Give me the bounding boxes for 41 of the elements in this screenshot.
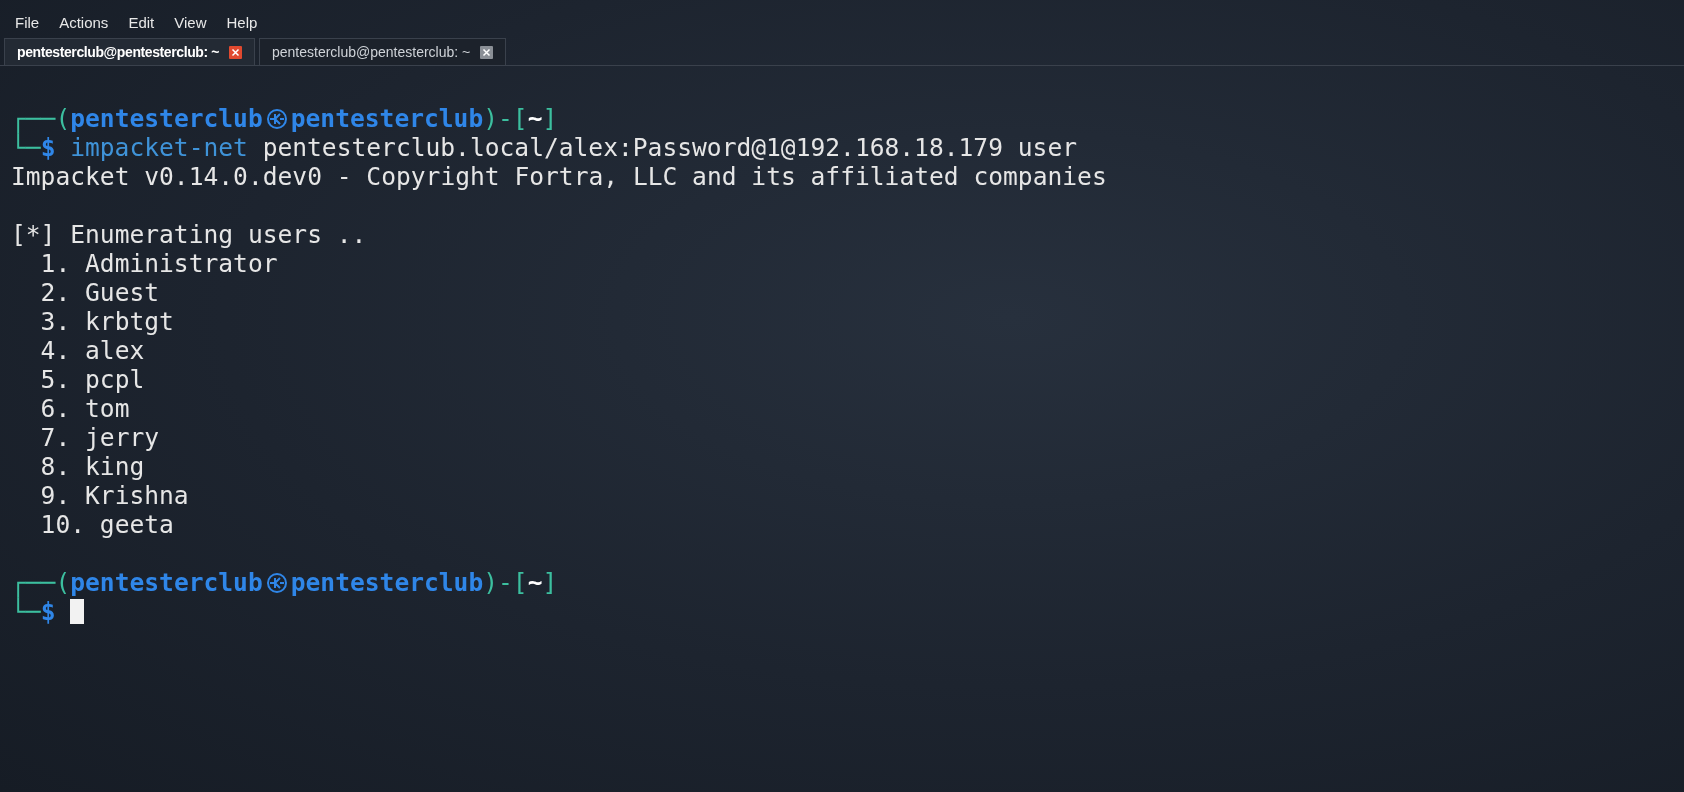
close-icon[interactable]: [480, 45, 494, 59]
terminal-tab[interactable]: pentesterclub@pentesterclub: ~: [259, 38, 507, 65]
circled-mark-icon: [265, 571, 288, 594]
prompt-frame: ┌──(: [11, 568, 71, 597]
output-line: 2. Guest: [39, 278, 160, 307]
terminal-tab[interactable]: pentesterclub@pentesterclub: ~: [4, 38, 255, 65]
prompt-directory: ~: [527, 104, 543, 133]
output-line: 8. king: [39, 452, 145, 481]
prompt-frame: ┌──(: [11, 104, 71, 133]
prompt-frame: └─: [11, 133, 41, 162]
prompt-sign: $: [40, 597, 56, 626]
prompt-frame: ]: [542, 104, 558, 133]
output-line: 7. jerry: [39, 423, 160, 452]
prompt-frame: ]: [542, 568, 558, 597]
output-line: 4. alex: [39, 336, 145, 365]
output-line: [*] Enumerating users ..: [11, 220, 367, 249]
menu-item[interactable]: Edit: [128, 14, 155, 31]
menu-item[interactable]: View: [174, 14, 207, 31]
close-icon[interactable]: [229, 45, 242, 59]
circled-mark-icon: [265, 107, 288, 130]
prompt-sign: $: [40, 133, 56, 162]
output-line: 10. geeta: [39, 510, 174, 539]
prompt-host: pentesterclub: [290, 104, 484, 133]
output-line: 6. tom: [39, 394, 130, 423]
output-line: 3. krbtgt: [39, 307, 174, 336]
prompt-user: pentesterclub: [70, 568, 263, 597]
prompt-user: pentesterclub: [70, 104, 263, 133]
output-line: Impacket v0.14.0.dev0 - Copyright Fortra, LLC and its affiliated companies: [11, 162, 1107, 191]
prompt-frame: )-[: [483, 104, 528, 133]
prompt-frame: )-[: [483, 568, 528, 597]
menu-item[interactable]: File: [15, 14, 40, 31]
command-name: impacket-net: [70, 133, 248, 162]
output-line: 5. pcpl: [39, 365, 145, 394]
command-arguments: pentesterclub.local/alex:Password@1@192.168.18.179 user: [262, 133, 1077, 162]
prompt-directory: ~: [527, 568, 543, 597]
output-line: 9. Krishna: [39, 481, 189, 510]
prompt-frame: └─: [11, 597, 41, 626]
output-line: 1. Administrator: [39, 249, 278, 278]
prompt-host: pentesterclub: [290, 568, 484, 597]
menu-item[interactable]: Help: [226, 14, 258, 31]
menu-item[interactable]: Actions: [59, 14, 109, 31]
